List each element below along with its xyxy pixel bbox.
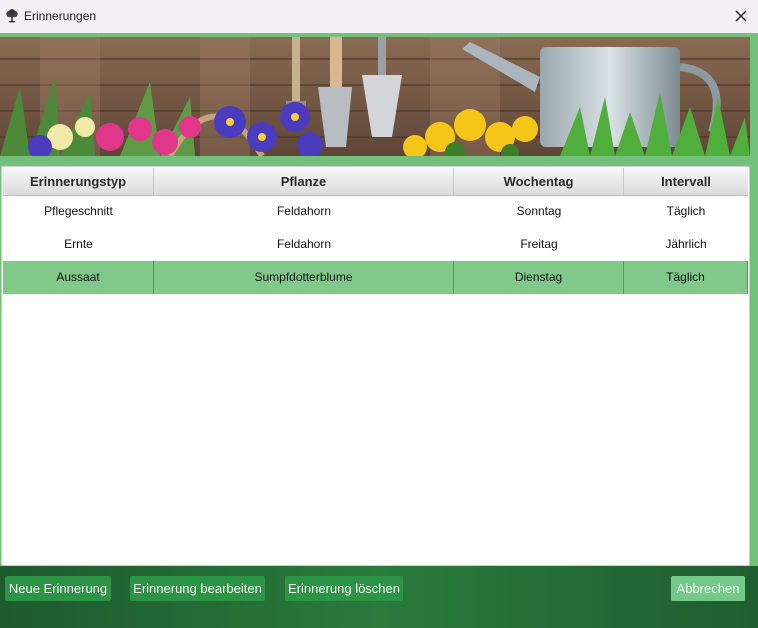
table-cell: Feldahorn bbox=[276, 237, 332, 251]
table-cell: Täglich bbox=[666, 204, 706, 218]
delete-reminder-button[interactable]: Erinnerung löschen bbox=[285, 576, 403, 601]
table-cell: Täglich bbox=[624, 261, 748, 294]
column-header-wochentag[interactable]: Wochentag bbox=[454, 168, 624, 195]
reminders-window: Erinnerungen Erinnerungstyp Pflanze Woch… bbox=[0, 0, 758, 628]
table-row-selected[interactable]: Aussaat Sumpfdotterblume Dienstag Täglic… bbox=[3, 261, 748, 294]
table-cell: Aussaat bbox=[3, 261, 154, 294]
table-cell: Freitag bbox=[520, 237, 558, 251]
table-cell: Feldahorn bbox=[276, 204, 332, 218]
action-bar: Neue Erinnerung Erinnerung bearbeiten Er… bbox=[0, 566, 758, 628]
garden-banner-image bbox=[0, 37, 750, 156]
table-cell: Dienstag bbox=[454, 261, 624, 294]
table-header: Erinnerungstyp Pflanze Wochentag Interva… bbox=[3, 168, 748, 196]
column-header-intervall[interactable]: Intervall bbox=[624, 168, 748, 195]
table-row[interactable]: Ernte Feldahorn Freitag Jährlich bbox=[3, 228, 748, 261]
window-title: Erinnerungen bbox=[24, 9, 97, 23]
table-row[interactable]: Pflegeschnitt Feldahorn Sonntag Täglich bbox=[3, 195, 748, 228]
table-cell: Jährlich bbox=[665, 237, 707, 251]
edit-reminder-button[interactable]: Erinnerung bearbeiten bbox=[130, 576, 265, 601]
column-header-pflanze[interactable]: Pflanze bbox=[154, 168, 454, 195]
table-cell: Sumpfdotterblume bbox=[154, 261, 454, 294]
tree-icon bbox=[6, 9, 18, 23]
table-cell: Pflegeschnitt bbox=[44, 204, 113, 218]
reminders-table: Erinnerungstyp Pflanze Wochentag Interva… bbox=[1, 166, 750, 566]
close-icon[interactable] bbox=[731, 6, 751, 26]
new-reminder-button[interactable]: Neue Erinnerung bbox=[5, 576, 111, 601]
cancel-button[interactable]: Abbrechen bbox=[671, 576, 745, 601]
title-bar: Erinnerungen bbox=[0, 0, 758, 33]
table-cell: Ernte bbox=[64, 237, 93, 251]
table-cell: Sonntag bbox=[516, 204, 562, 218]
column-header-erinnerungstyp[interactable]: Erinnerungstyp bbox=[3, 168, 154, 195]
